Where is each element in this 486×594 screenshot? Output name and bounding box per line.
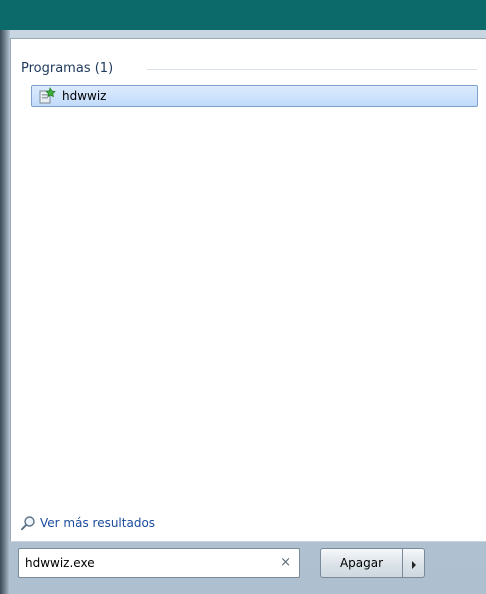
more-results-link[interactable]: Ver más resultados — [20, 514, 155, 532]
result-item-hdwwiz[interactable]: hdwwiz — [31, 85, 478, 107]
chevron-right-icon — [410, 554, 418, 573]
more-results-label: Ver más resultados — [40, 516, 156, 530]
shutdown-options-button[interactable] — [402, 548, 425, 578]
shutdown-button-group: Apagar — [320, 548, 425, 578]
hardware-wizard-icon — [38, 87, 56, 105]
clear-icon[interactable]: × — [280, 555, 291, 571]
section-title: Programas (1) — [21, 60, 114, 76]
shutdown-button[interactable]: Apagar — [320, 548, 402, 578]
result-item-label: hdwwiz — [62, 89, 107, 103]
start-menu-left-edge — [0, 30, 10, 594]
search-input[interactable] — [19, 555, 267, 571]
programs-section-header: Programas (1) — [21, 59, 113, 77]
section-divider — [147, 69, 477, 70]
search-box[interactable]: × — [18, 548, 300, 578]
desktop-strip — [0, 0, 486, 30]
search-results-panel: Programas (1) hdwwiz Ver más resultados — [10, 38, 486, 542]
search-icon — [20, 515, 36, 531]
